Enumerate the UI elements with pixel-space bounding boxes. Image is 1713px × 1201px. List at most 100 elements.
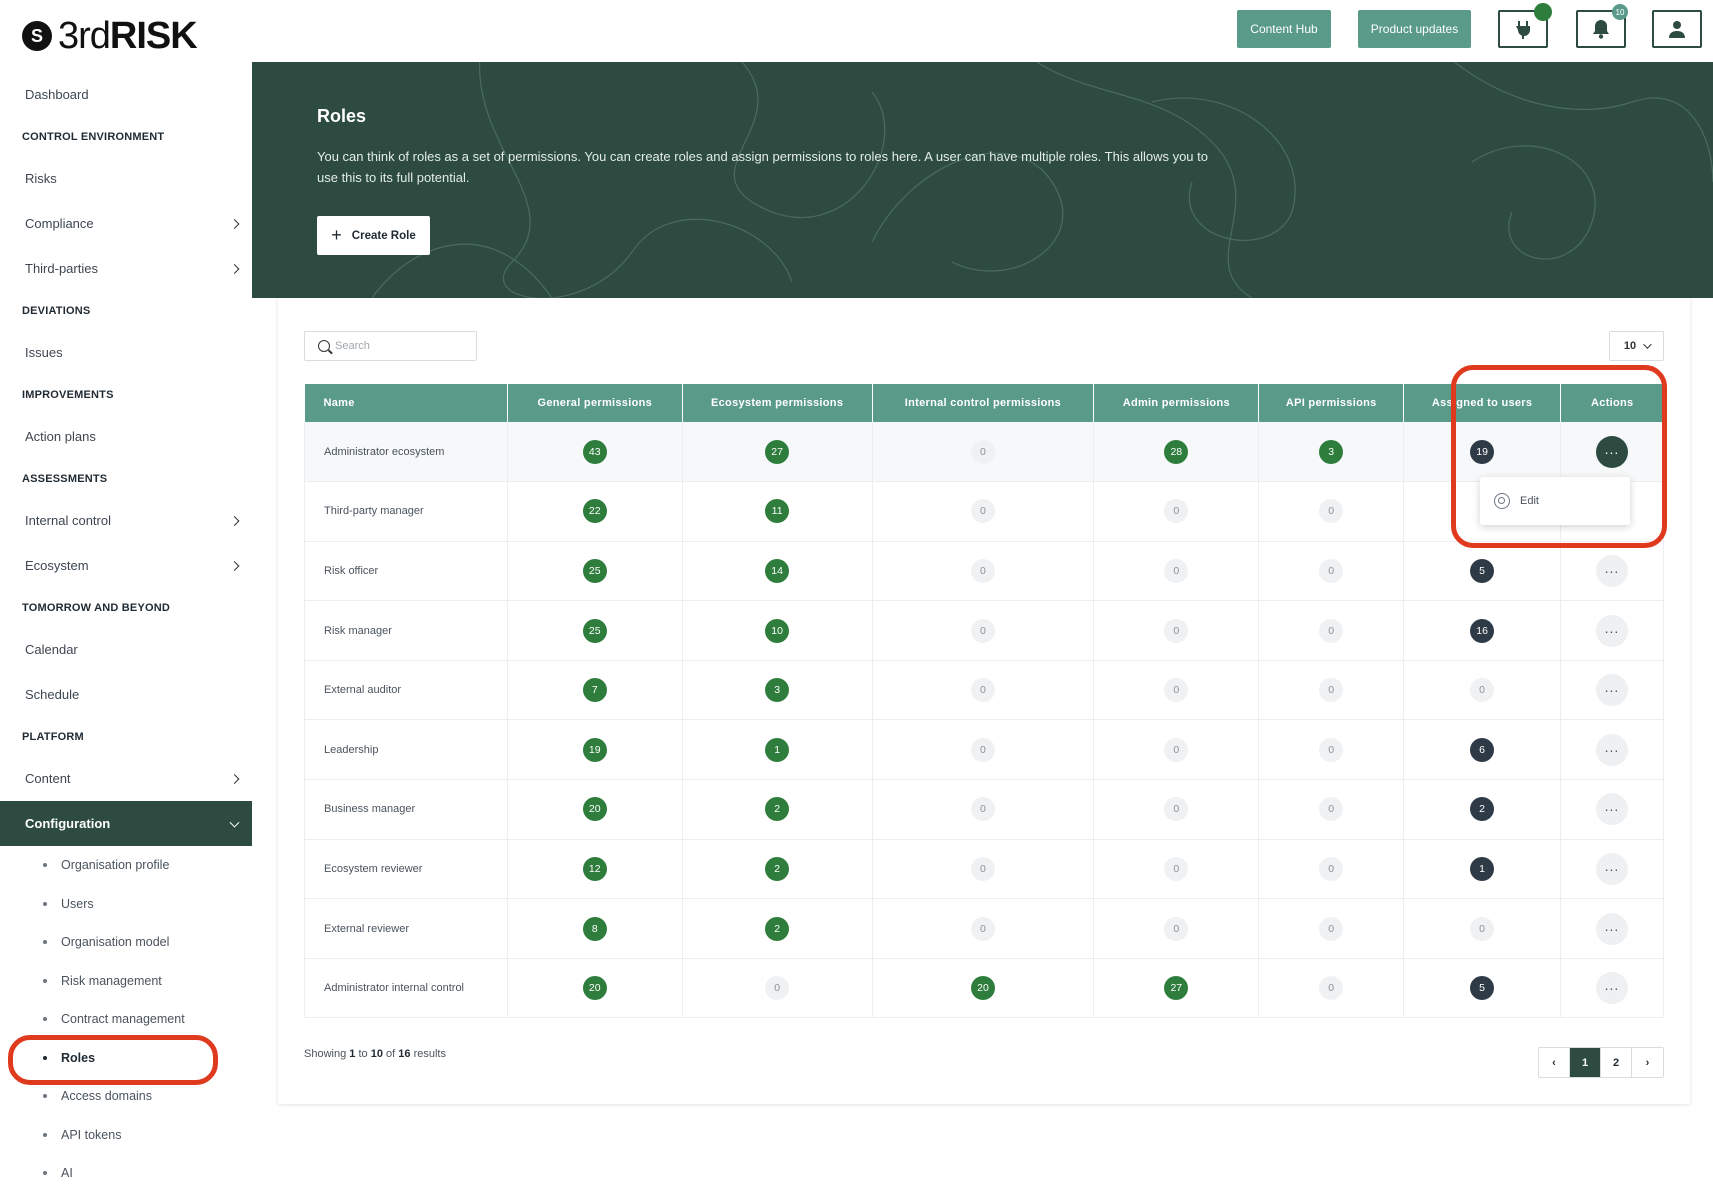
gear-icon: [1494, 493, 1510, 509]
sidebar-item-calendar[interactable]: Calendar: [0, 627, 252, 672]
row-actions-button[interactable]: ...: [1596, 852, 1628, 885]
sidebar-item-dashboard[interactable]: Dashboard: [0, 72, 252, 117]
more-horizontal-icon: ...: [1604, 738, 1620, 755]
row-actions-button[interactable]: ...: [1596, 614, 1628, 647]
general-permissions-count: 25: [582, 618, 607, 643]
sidebar-item-third-parties[interactable]: Third-parties: [0, 246, 252, 291]
sidebar-item-compliance[interactable]: Compliance: [0, 201, 252, 246]
table-row[interactable]: Business manager 20 2 0 0 0 2...: [304, 779, 1664, 840]
column-header-internal-control-permissions[interactable]: Internal control permissions: [872, 384, 1095, 422]
table-row[interactable]: External auditor 7 3 0 0 0 0...: [304, 660, 1664, 721]
search-box[interactable]: [304, 331, 477, 361]
sidebar-item-internal-control[interactable]: Internal control: [0, 498, 252, 543]
ecosystem-permissions-count: 1: [765, 737, 790, 762]
admin-permissions-cell: 0: [1093, 839, 1260, 900]
chevron-down-icon: [1643, 340, 1652, 349]
page-button-2[interactable]: 2: [1601, 1048, 1632, 1077]
internal-permissions-cell: 0: [872, 660, 1095, 721]
column-header-admin-permissions[interactable]: Admin permissions: [1093, 384, 1260, 422]
submenu-item-api-tokens[interactable]: API tokens: [0, 1116, 252, 1155]
per-page-value: 10: [1623, 340, 1637, 352]
sidebar-item-content[interactable]: Content: [0, 756, 252, 801]
table-row[interactable]: Leadership 19 1 0 0 0 6...: [304, 719, 1664, 781]
search-input[interactable]: [335, 340, 465, 352]
product-updates-button[interactable]: Product updates: [1358, 10, 1471, 48]
column-header-api-permissions[interactable]: API permissions: [1258, 384, 1405, 422]
submenu-item-contract-management[interactable]: Contract management: [0, 1000, 252, 1039]
table-row[interactable]: Risk manager 25 10 0 0 0 16...: [304, 600, 1664, 661]
submenu-item-organisation-model[interactable]: Organisation model: [0, 923, 252, 962]
sidebar-item-issues[interactable]: Issues: [0, 330, 252, 375]
column-header-name[interactable]: Name: [304, 384, 508, 422]
actions-cell: ...: [1560, 779, 1664, 840]
admin-permissions-count: 0: [1164, 797, 1189, 822]
role-name: Ecosystem reviewer: [304, 839, 508, 900]
row-actions-button[interactable]: ...: [1596, 733, 1628, 766]
ecosystem-permissions-count: 14: [765, 558, 790, 583]
api-permissions-count: 0: [1319, 678, 1344, 703]
submenu-item-organisation-profile[interactable]: Organisation profile: [0, 846, 252, 885]
notifications-button[interactable]: 10: [1576, 4, 1628, 48]
integrations-button[interactable]: [1498, 3, 1552, 48]
pagination-summary: Showing 1 to 10 of 16 results: [304, 1048, 446, 1060]
table-header-row: Name General permissions Ecosystem permi…: [304, 384, 1664, 422]
assigned-users-cell: 0: [1403, 898, 1562, 959]
chevron-right-icon: [229, 773, 240, 784]
row-actions-button[interactable]: ...: [1596, 435, 1628, 468]
column-header-ecosystem-permissions[interactable]: Ecosystem permissions: [682, 384, 873, 422]
sidebar-item-configuration[interactable]: Configuration: [0, 801, 252, 846]
more-horizontal-icon: ...: [1604, 857, 1620, 874]
admin-permissions-cell: 0: [1093, 779, 1260, 840]
assigned-users-cell: 5: [1403, 958, 1562, 1019]
per-page-select[interactable]: 10: [1609, 331, 1664, 361]
submenu-item-access-domains[interactable]: Access domains: [0, 1077, 252, 1116]
api-permissions-cell: 0: [1258, 958, 1405, 1019]
logo[interactable]: S 3rdRISK: [22, 15, 198, 57]
sidebar-item-action-plans[interactable]: Action plans: [0, 414, 252, 459]
assigned-users-cell: 2: [1403, 779, 1562, 840]
row-actions-button[interactable]: ...: [1596, 554, 1628, 587]
internal-permissions-count: 0: [970, 439, 995, 464]
ecosystem-permissions-count: 2: [765, 856, 790, 881]
submenu-item-risk-management[interactable]: Risk management: [0, 962, 252, 1001]
row-actions-button[interactable]: ...: [1596, 674, 1628, 707]
internal-permissions-count: 0: [970, 797, 995, 822]
table-row[interactable]: Ecosystem reviewer 12 2 0 0 0 1...: [304, 839, 1664, 900]
row-actions-button[interactable]: ...: [1596, 912, 1628, 945]
ecosystem-permissions-cell: 2: [682, 898, 873, 959]
chevron-right-icon: [229, 560, 240, 571]
create-role-button[interactable]: + Create Role: [317, 216, 430, 255]
role-name: Business manager: [304, 779, 508, 840]
internal-permissions-count: 0: [970, 856, 995, 881]
search-icon: [318, 340, 330, 352]
user-profile-button[interactable]: [1652, 10, 1702, 48]
more-horizontal-icon: ...: [1604, 559, 1620, 576]
general-permissions-count: 20: [582, 797, 607, 822]
content-hub-button[interactable]: Content Hub: [1237, 10, 1331, 48]
table-row[interactable]: External reviewer 8 2 0 0 0 0...: [304, 898, 1664, 959]
submenu-item-roles[interactable]: Roles: [0, 1039, 252, 1078]
sidebar-item-risks[interactable]: Risks: [0, 156, 252, 201]
chevron-right-icon: [229, 263, 240, 274]
ecosystem-permissions-cell: 10: [682, 600, 873, 661]
sidebar-item-schedule[interactable]: Schedule: [0, 672, 252, 717]
api-permissions-cell: 0: [1258, 839, 1405, 900]
actions-cell: ...: [1560, 839, 1664, 900]
row-actions-button[interactable]: ...: [1596, 793, 1628, 826]
row-actions-menu-edit[interactable]: Edit: [1480, 477, 1630, 525]
row-actions-button[interactable]: ...: [1596, 972, 1628, 1005]
sidebar-item-ecosystem[interactable]: Ecosystem: [0, 543, 252, 588]
page-button-1[interactable]: 1: [1570, 1048, 1601, 1077]
table-row[interactable]: Third-party manager 22 11 0 0 0: [304, 481, 1664, 542]
column-header-general-permissions[interactable]: General permissions: [507, 384, 683, 422]
submenu-item-ai[interactable]: AI: [0, 1154, 252, 1193]
submenu-item-users[interactable]: Users: [0, 885, 252, 924]
column-header-assigned-to-users[interactable]: Assigned to users: [1403, 384, 1562, 422]
general-permissions-count: 7: [582, 678, 607, 703]
table-row[interactable]: Administrator internal control 20 0 20 27 0 5.…: [304, 958, 1664, 1019]
table-row[interactable]: Risk officer 25 14 0 0 0 5...: [304, 541, 1664, 602]
table-row[interactable]: Administrator ecosystem 43 27 0 28 3 19...: [304, 422, 1664, 483]
next-page-button[interactable]: ›: [1632, 1048, 1663, 1077]
previous-page-button[interactable]: ‹: [1539, 1048, 1570, 1077]
more-horizontal-icon: ...: [1604, 917, 1620, 934]
